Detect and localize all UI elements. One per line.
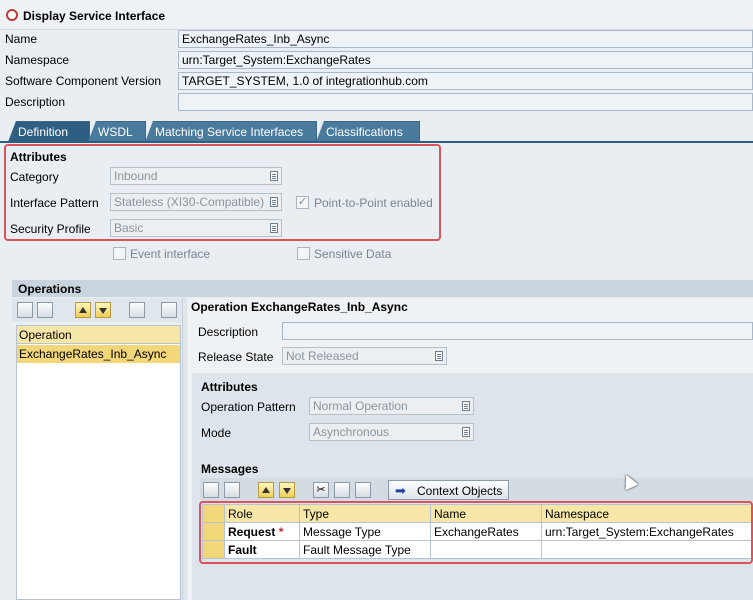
operation-pattern-value: Normal Operation	[313, 399, 408, 413]
cut-button[interactable]: ✂	[313, 482, 329, 498]
operations-list: Operation ExchangeRates_Inb_Async	[16, 325, 181, 600]
operation-item-exchangerates[interactable]: ExchangeRates_Inb_Async	[17, 345, 180, 363]
operation-settings-button[interactable]	[161, 302, 177, 318]
swcv-field[interactable]: TARGET_SYSTEM, 1.0 of integrationhub.com	[178, 72, 753, 90]
messages-heading: Messages	[201, 462, 259, 476]
tab-matching-service-interfaces[interactable]: Matching Service Interfaces	[145, 121, 317, 142]
description-label: Description	[5, 95, 66, 109]
arrow-right-icon: ➡	[395, 483, 406, 498]
dropdown-icon[interactable]	[462, 427, 470, 437]
op-description-field[interactable]	[282, 322, 753, 340]
operations-header: Operations	[12, 280, 753, 297]
message-down-button[interactable]	[279, 482, 295, 498]
operation-column-header[interactable]: Operation	[17, 326, 180, 344]
dropdown-icon[interactable]	[462, 401, 470, 411]
operation-pattern-select[interactable]: Normal Operation	[309, 397, 474, 415]
remove-message-button[interactable]	[224, 482, 240, 498]
dropdown-icon[interactable]	[435, 351, 443, 361]
operations-heading: Operations	[18, 282, 82, 296]
sensitive-data-checkbox[interactable]	[297, 247, 310, 260]
release-state-value: Not Released	[286, 349, 359, 363]
move-down-button[interactable]	[95, 302, 111, 318]
event-interface-label: Event interface	[130, 247, 211, 261]
arrow-down-icon	[99, 308, 107, 314]
tab-definition[interactable]: Definition	[8, 121, 90, 142]
message-up-button[interactable]	[258, 482, 274, 498]
messages-highlight	[199, 501, 753, 564]
mode-select[interactable]: Asynchronous	[309, 423, 474, 441]
arrow-down-icon	[283, 488, 291, 494]
namespace-field[interactable]: urn:Target_System:ExchangeRates	[178, 51, 753, 69]
swcv-label: Software Component Version	[5, 74, 162, 88]
context-objects-label: Context Objects	[417, 484, 503, 498]
release-state-label: Release State	[198, 350, 274, 364]
add-operation-button[interactable]	[17, 302, 33, 318]
splitter-handle[interactable]	[182, 298, 187, 600]
name-label: Name	[5, 32, 38, 46]
sensitive-data-label: Sensitive Data	[314, 247, 392, 261]
event-interface-checkbox[interactable]	[113, 247, 126, 260]
mode-value: Asynchronous	[313, 425, 390, 439]
remove-operation-button[interactable]	[37, 302, 53, 318]
arrow-up-icon	[262, 487, 270, 493]
window-title: Display Service Interface	[23, 9, 166, 23]
add-message-button[interactable]	[203, 482, 219, 498]
title-bar: Display Service Interface	[0, 0, 753, 30]
tab-wsdl[interactable]: WSDL	[88, 121, 146, 142]
op-attributes-heading: Attributes	[201, 380, 258, 394]
mode-label: Mode	[201, 426, 232, 440]
release-state-select[interactable]: Not Released	[282, 347, 447, 365]
display-icon	[6, 9, 18, 21]
arrow-up-icon	[79, 307, 87, 313]
copy-button[interactable]	[334, 482, 350, 498]
attributes-highlight	[4, 144, 441, 241]
description-field[interactable]	[178, 93, 753, 111]
namespace-label: Namespace	[5, 53, 70, 67]
move-up-button[interactable]	[75, 302, 91, 318]
tab-classifications[interactable]: Classifications	[316, 121, 420, 142]
op-description-label: Description	[198, 325, 259, 339]
copy-operation-button[interactable]	[129, 302, 145, 318]
operation-pattern-label: Operation Pattern	[201, 400, 296, 414]
context-objects-button[interactable]: ➡ Context Objects	[388, 480, 509, 500]
name-field[interactable]: ExchangeRates_Inb_Async	[178, 30, 753, 48]
operation-title: Operation ExchangeRates_Inb_Async	[191, 300, 408, 314]
paste-button[interactable]	[355, 482, 371, 498]
